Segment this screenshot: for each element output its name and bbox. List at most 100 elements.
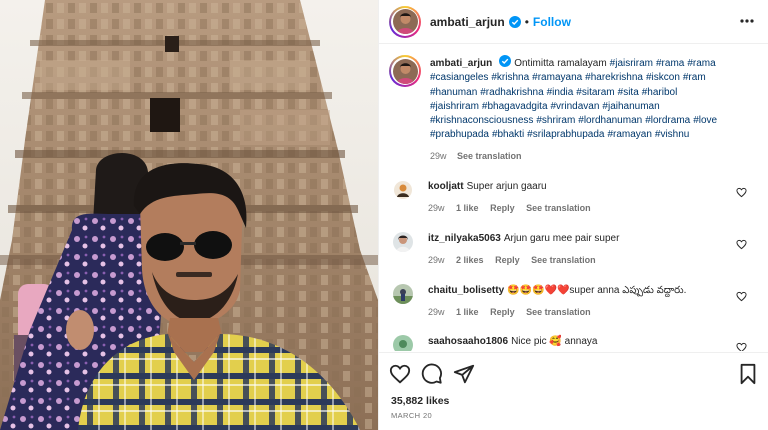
like-heart-icon[interactable] xyxy=(389,363,411,385)
commenter-avatar-image xyxy=(393,180,413,200)
more-options-icon[interactable] xyxy=(739,13,755,29)
hashtag-link[interactable]: #vishnu xyxy=(655,129,689,140)
commenter-avatar[interactable] xyxy=(393,335,413,351)
comment-item: saahosaaho1806 Nice pic 🥰 annaya xyxy=(389,335,761,351)
post-details-panel: ambati_arjun • Follow ambati_arjun Ontim… xyxy=(378,0,768,430)
comment-username[interactable]: chaitu_bolisetty xyxy=(428,285,504,296)
post-caption: ambati_arjun Ontimitta ramalayam #jaisri… xyxy=(389,55,761,161)
comment-icon[interactable] xyxy=(421,363,443,385)
hashtag-link[interactable]: #ramayana xyxy=(532,72,582,83)
post-actions-bar: 35,882 likes MARCH 20 xyxy=(379,352,768,430)
post-photo[interactable] xyxy=(0,0,378,430)
comment-text: Arjun garu mee pair super xyxy=(503,233,620,244)
reply-button[interactable]: Reply xyxy=(490,203,515,213)
comment-age: 29w xyxy=(428,307,445,317)
heart-icon[interactable] xyxy=(736,187,747,198)
commenter-avatar-image xyxy=(393,335,413,351)
heart-icon[interactable] xyxy=(736,342,747,351)
hashtag-link[interactable]: #lordhanuman xyxy=(578,115,642,126)
hashtag-link[interactable]: #sita xyxy=(618,87,639,98)
comment-username[interactable]: itz_nilyaka5063 xyxy=(428,233,501,244)
hashtag-link[interactable]: #bhakti xyxy=(492,129,524,140)
comment-username[interactable]: kooljatt xyxy=(428,181,464,192)
header-separator: • xyxy=(524,14,529,29)
bookmark-icon[interactable] xyxy=(737,363,759,385)
caption-username[interactable]: ambati_arjun xyxy=(430,58,492,69)
caption-author-avatar[interactable] xyxy=(389,55,421,87)
comment-item: itz_nilyaka5063 Arjun garu mee pair super… xyxy=(389,232,761,265)
caption-line-6: #prabhupada #bhakti #srilaprabhupada #ra… xyxy=(430,128,760,142)
hashtag-link[interactable]: #hanuman xyxy=(430,87,477,98)
hashtag-link[interactable]: #krishnaconsciousness xyxy=(430,115,533,126)
caption-see-translation[interactable]: See translation xyxy=(457,151,522,161)
hashtag-link[interactable]: #casiangeles xyxy=(430,72,488,83)
hashtag-link[interactable]: #ram xyxy=(683,72,706,83)
comment-see-translation[interactable]: See translation xyxy=(526,307,591,317)
hashtag-link[interactable]: #jaishriram xyxy=(430,101,479,112)
comment-likes[interactable]: 2 likes xyxy=(456,255,484,265)
post-photo-image xyxy=(0,0,378,430)
author-avatar[interactable] xyxy=(389,5,421,38)
comment-text: Nice pic 🥰 annaya xyxy=(511,336,598,347)
comment-username[interactable]: saahosaaho1806 xyxy=(428,336,508,347)
caption-line-3: #hanuman #radhakrishna #india #sitaram #… xyxy=(430,86,760,100)
comment-likes[interactable]: 1 like xyxy=(456,203,479,213)
likes-count[interactable]: 35,882 likes xyxy=(391,395,449,407)
comment-see-translation[interactable]: See translation xyxy=(531,255,596,265)
caption-age: 29w xyxy=(430,150,447,161)
verified-badge-icon xyxy=(508,15,521,28)
hashtag-link[interactable]: #shriram xyxy=(536,115,575,126)
hashtag-link[interactable]: #srilaprabhupada xyxy=(527,129,604,140)
comment-text: Super arjun gaaru xyxy=(466,181,547,192)
hashtag-link[interactable]: #sitaram xyxy=(576,87,614,98)
hashtag-link[interactable]: #jaihanuman xyxy=(602,101,659,112)
author-username[interactable]: ambati_arjun xyxy=(430,15,505,29)
share-icon[interactable] xyxy=(453,363,475,385)
hashtag-link[interactable]: #krishna xyxy=(491,72,529,83)
hashtag-link[interactable]: #haribol xyxy=(642,87,678,98)
caption-meta: 29w See translation xyxy=(430,151,760,161)
caption-line-5: #krishnaconsciousness #shriram #lordhanu… xyxy=(430,114,760,128)
author-avatar-image xyxy=(392,9,418,34)
commenter-avatar[interactable] xyxy=(393,180,413,200)
hashtag-link[interactable]: #vrindavan xyxy=(551,101,600,112)
caption-text-segment: Ontimitta ramalayam xyxy=(514,58,610,69)
comment-age: 29w xyxy=(428,255,445,265)
hashtag-link[interactable]: #harekrishna xyxy=(585,72,643,83)
hashtag-link[interactable]: #prabhupada xyxy=(430,129,489,140)
caption-line-1: ambati_arjun Ontimitta ramalayam #jaisri… xyxy=(430,55,760,71)
comment-text: super anna ఎప్పుడు వద్దారు. xyxy=(569,285,687,296)
comment-item: kooljatt Super arjun gaaru 29w 1 like Rep… xyxy=(389,180,761,213)
caption-line-2: #casiangeles #krishna #ramayana #harekri… xyxy=(430,71,760,85)
hashtag-link[interactable]: #india xyxy=(547,87,574,98)
caption-verified-icon xyxy=(499,55,512,67)
comments-scroll-area[interactable]: ambati_arjun Ontimitta ramalayam #jaisri… xyxy=(379,45,768,351)
commenter-avatar-image xyxy=(393,284,413,304)
hashtag-link[interactable]: #love xyxy=(693,115,717,126)
post-date: MARCH 20 xyxy=(391,411,433,420)
comment-see-translation[interactable]: See translation xyxy=(526,203,591,213)
reply-button[interactable]: Reply xyxy=(495,255,520,265)
commenter-avatar-image xyxy=(393,232,413,252)
hashtag-link[interactable]: #rama xyxy=(687,58,715,69)
heart-icon[interactable] xyxy=(736,291,747,302)
hashtag-link[interactable]: #lordrama xyxy=(645,115,690,126)
hashtag-link[interactable]: #ramayan xyxy=(607,129,651,140)
follow-button[interactable]: Follow xyxy=(533,15,571,29)
heart-icon[interactable] xyxy=(736,239,747,250)
caption-text: ambati_arjun Ontimitta ramalayam #jaisri… xyxy=(430,55,760,143)
comment-item: chaitu_bolisetty 🤩🤩🤩❤️❤️super anna ఎప్పుడ… xyxy=(389,284,761,317)
hashtag-link[interactable]: #rama xyxy=(656,58,684,69)
hashtag-link[interactable]: #iskcon xyxy=(646,72,680,83)
caption-avatar-image xyxy=(392,58,418,84)
commenter-avatar[interactable] xyxy=(393,284,413,304)
hashtag-link[interactable]: #bhagavadgita xyxy=(482,101,548,112)
hashtag-link[interactable]: #radhakrishna xyxy=(480,87,543,98)
comment-likes[interactable]: 1 like xyxy=(456,307,479,317)
hashtag-link[interactable]: #jaisriram xyxy=(610,58,653,69)
comment-emoji: 🤩🤩🤩❤️❤️ xyxy=(507,285,570,296)
commenter-avatar[interactable] xyxy=(393,232,413,252)
comment-age: 29w xyxy=(428,203,445,213)
post-header: ambati_arjun • Follow xyxy=(379,0,768,44)
reply-button[interactable]: Reply xyxy=(490,307,515,317)
